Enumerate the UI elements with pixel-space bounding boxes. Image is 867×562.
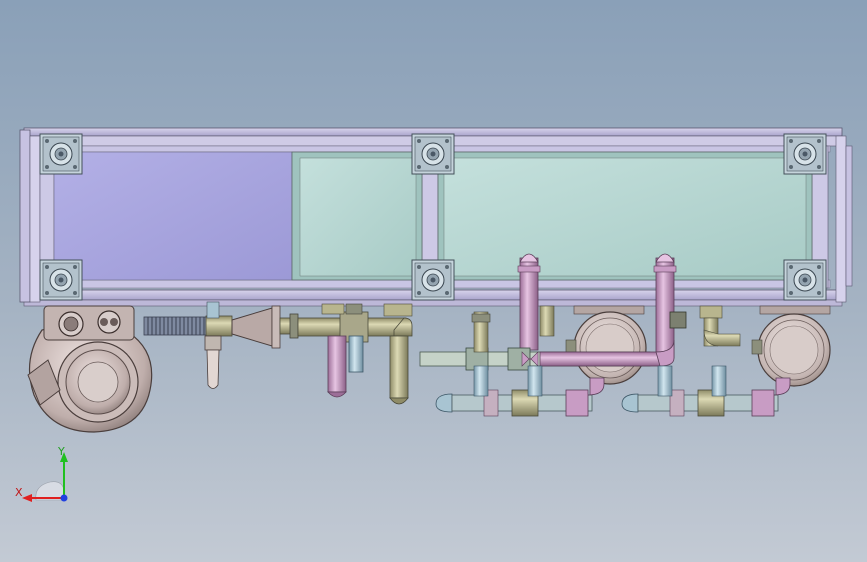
inlet-valve xyxy=(204,301,299,389)
cad-viewport[interactable]: Y X xyxy=(0,0,867,562)
coordinate-triad: Y X xyxy=(15,445,68,502)
corner-bracket xyxy=(411,133,455,175)
corner-bracket xyxy=(411,259,455,301)
assembly-drawing: Y X xyxy=(15,127,853,502)
x-axis-label: X xyxy=(15,486,23,499)
z-axis-dot-icon xyxy=(60,494,68,502)
corrugated-hose xyxy=(143,316,209,336)
panel-left xyxy=(53,151,293,281)
blower-pump xyxy=(27,305,153,433)
y-axis-label: Y xyxy=(57,445,65,458)
panel-right xyxy=(291,151,813,281)
manifold-lower xyxy=(621,365,791,417)
x-axis-arrow-icon xyxy=(22,494,32,502)
tank xyxy=(565,305,647,385)
corner-bracket xyxy=(39,259,83,301)
tank xyxy=(751,305,831,387)
corner-bracket xyxy=(39,133,83,175)
corner-bracket xyxy=(783,133,827,175)
corner-bracket xyxy=(783,259,827,301)
manifold-lower xyxy=(435,365,605,417)
drain-pipe xyxy=(327,335,409,405)
